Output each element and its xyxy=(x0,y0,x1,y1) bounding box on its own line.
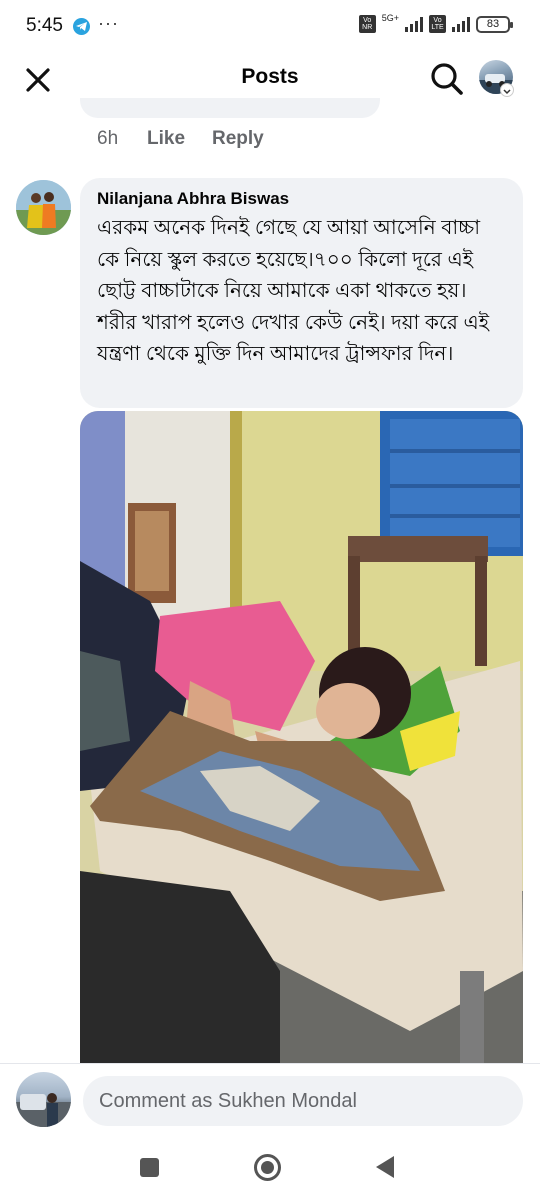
telegram-icon xyxy=(73,18,90,35)
network-type-label: 5G+ xyxy=(381,13,399,23)
recent-apps-icon[interactable] xyxy=(140,1158,159,1177)
status-indicators: Vo NR 5G+ Vo LTE 83 xyxy=(358,13,513,33)
comment-input[interactable]: Comment as Sukhen Mondal xyxy=(83,1076,523,1126)
volte-badge: Vo NR xyxy=(358,15,376,33)
signal-icon-2 xyxy=(452,16,470,32)
comment-text: এরকম অনেক দিনই গেছে যে আয়া আসেনি বাচ্চা… xyxy=(97,217,490,365)
avatar-photo xyxy=(16,1093,71,1127)
previous-comment-bubble xyxy=(80,98,380,118)
more-notifications-icon: ··· xyxy=(98,13,119,33)
avatar-photo xyxy=(16,180,71,235)
previous-comment-actions: 6h Like Reply xyxy=(97,128,264,150)
photo-sleeping-child xyxy=(80,411,523,1063)
back-icon[interactable] xyxy=(376,1156,394,1178)
chevron-down-icon[interactable] xyxy=(500,83,514,97)
reply-button[interactable]: Reply xyxy=(212,128,264,150)
comment-bubble[interactable]: Nilanjana Abhra Biswas এরকম অনেক দিনই গে… xyxy=(80,178,523,408)
comment-composer: Comment as Sukhen Mondal xyxy=(0,1063,540,1138)
comment-photo[interactable] xyxy=(80,411,523,1063)
signal-icon xyxy=(405,16,423,32)
home-icon[interactable] xyxy=(254,1154,281,1181)
comment-author[interactable]: Nilanjana Abhra Biswas xyxy=(97,188,507,210)
comment-timestamp: 6h xyxy=(97,128,119,149)
search-button[interactable] xyxy=(428,60,466,98)
battery-indicator: 83 xyxy=(476,15,513,33)
navigation-bar xyxy=(0,1138,540,1200)
user-avatar[interactable] xyxy=(16,1072,71,1127)
commenter-avatar[interactable] xyxy=(16,180,71,235)
status-bar: 5:45 ··· Vo NR 5G+ Vo LTE 83 xyxy=(0,0,540,52)
like-button[interactable]: Like xyxy=(147,128,212,150)
status-time: 5:45 xyxy=(26,15,63,36)
lte-badge: Vo LTE xyxy=(429,15,446,33)
search-icon xyxy=(431,63,463,95)
